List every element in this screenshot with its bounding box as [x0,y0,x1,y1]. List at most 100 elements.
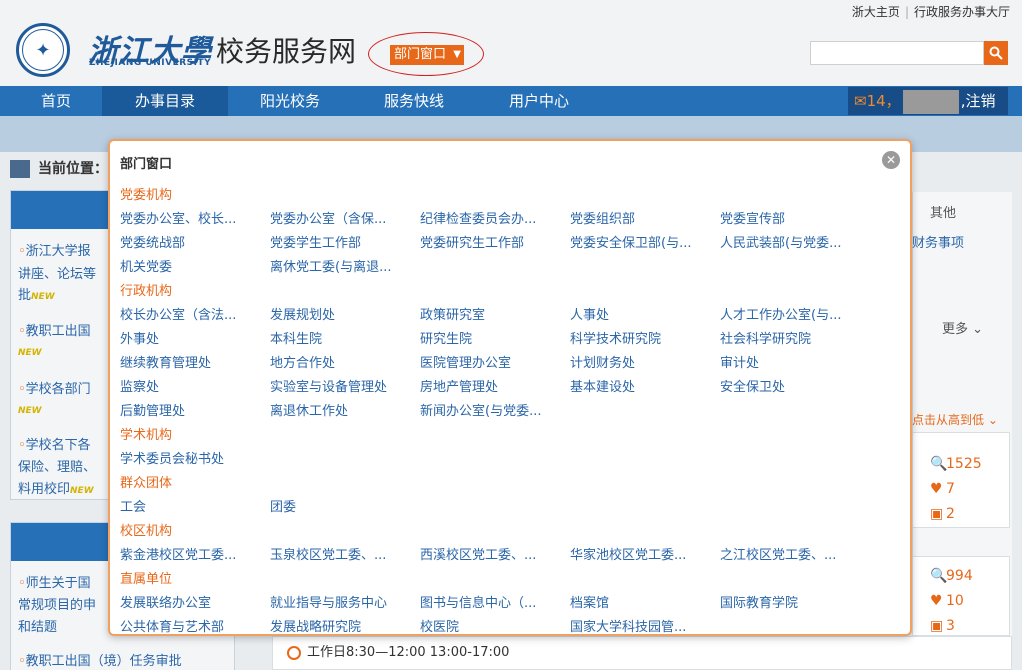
list-item[interactable]: ◦教职工出国（境）任务审批 [18,652,182,670]
dept-link[interactable]: 人民武装部(与党委... [720,232,841,251]
logo-english: ZHEJIANG UNIVERSITY [89,58,212,68]
dept-link[interactable]: 学术委员会秘书处 [120,448,224,467]
dept-link[interactable]: 医院管理办公室 [420,352,511,371]
search-icon: 🔍 [930,568,948,584]
list-item[interactable]: 常规项目的申 [18,596,96,616]
list-item[interactable]: ◦学校各部门 NEW [18,380,91,421]
dept-link[interactable]: 发展规划处 [270,304,335,323]
dept-link[interactable]: 国际教育学院 [720,592,798,611]
dept-link[interactable]: 地方合作处 [270,352,335,371]
category-heading: 行政机构 [120,284,173,299]
dept-link[interactable]: 外事处 [120,328,159,347]
dept-link[interactable]: 安全保卫处 [720,376,785,395]
list-item[interactable]: 和结题 [18,618,57,638]
dept-link[interactable]: 本科生院 [270,328,322,347]
view-count: 🔍1525 [930,456,982,472]
dept-link[interactable]: 人才工作办公室(与... [720,304,841,323]
top-links: 浙大主页 | 行政服务办事大厅 [851,5,1010,19]
list-item[interactable]: ◦浙江大学报 [18,242,91,262]
comment-count[interactable]: ▣ 3 [930,618,955,634]
close-icon[interactable]: ✕ [882,151,900,169]
dept-link[interactable]: 党委统战部 [120,232,185,251]
list-item[interactable]: ◦学校名下各 [18,436,91,456]
new-badge: NEW [31,292,55,302]
nav-catalog[interactable]: 办事目录 [102,86,228,116]
list-item[interactable]: 料用校印NEW [18,480,94,501]
dept-link[interactable]: 工会 [120,496,146,515]
finance-item[interactable]: 财务事项 [912,232,964,251]
breadcrumb: 当前位置： [10,158,108,178]
dept-link[interactable]: 人事处 [570,304,609,323]
dept-link[interactable]: 党委研究生工作部 [420,232,524,251]
dept-link[interactable]: 发展战略研究院 [270,616,361,635]
dept-link[interactable]: 监察处 [120,376,159,395]
user-area: ✉14， ,注销 [848,87,1008,115]
site-title: 校务服务网 [216,35,357,68]
dept-link[interactable]: 政策研究室 [420,304,485,323]
home-icon[interactable] [10,160,30,178]
comment-count[interactable]: ▣ 2 [930,506,955,522]
dept-link[interactable]: 科学技术研究院 [570,328,661,347]
list-item[interactable]: 讲座、论坛等 [18,265,96,285]
dept-link[interactable]: 华家池校区党工委... [570,544,686,563]
dept-link[interactable]: 校长办公室（含法... [120,304,236,323]
dept-link[interactable]: 党委办公室、校长... [120,208,236,227]
logout-link[interactable]: ,注销 [961,92,996,110]
dept-link[interactable]: 研究生院 [420,328,472,347]
search-input[interactable] [810,41,984,65]
like-count[interactable]: ♥ 10 [930,593,964,609]
dept-link[interactable]: 纪律检查委员会办... [420,208,536,227]
heart-icon: ♥ [930,593,943,609]
sort-link[interactable]: 点击从高到低 ⌄ [912,411,998,428]
dept-link[interactable]: 发展联络办公室 [120,592,211,611]
dept-link[interactable]: 党委学生工作部 [270,232,361,251]
tab-other[interactable]: 其他 [930,202,956,221]
nav-home[interactable]: 首页 [10,86,102,116]
more-link[interactable]: 更多 ⌄ [942,318,983,337]
dept-link[interactable]: 西溪校区党工委、... [420,544,536,563]
dept-link[interactable]: 实验室与设备管理处 [270,376,387,395]
dept-link[interactable]: 审计处 [720,352,759,371]
list-item[interactable]: 批NEW [18,286,55,307]
dept-link[interactable]: 后勤管理处 [120,400,185,419]
list-item[interactable]: ◦教职工出国 NEW [18,322,91,363]
dept-link[interactable]: 党委宣传部 [720,208,785,227]
dept-link[interactable]: 公共体育与艺术部 [120,616,224,635]
dept-link[interactable]: 就业指导与服务中心 [270,592,387,611]
dept-link[interactable]: 玉泉校区党工委、... [270,544,386,563]
dept-link[interactable]: 之江校区党工委、... [720,544,836,563]
like-count[interactable]: ♥ 7 [930,481,955,497]
dept-link[interactable]: 党委安全保卫部(与... [570,232,691,251]
dept-link[interactable]: 计划财务处 [570,352,635,371]
dept-link[interactable]: 新闻办公室(与党委... [420,400,541,419]
dept-link[interactable]: 离退休工作处 [270,400,348,419]
dept-link[interactable]: 党委办公室（含保... [270,208,386,227]
dept-link[interactable]: 机关党委 [120,256,172,275]
dept-link[interactable]: 社会科学研究院 [720,328,811,347]
comment-icon: ▣ [930,618,944,634]
dept-link[interactable]: 继续教育管理处 [120,352,211,371]
dept-link[interactable]: 紫金港校区党工委... [120,544,236,563]
nav-express[interactable]: 服务快线 [352,86,476,116]
dept-link[interactable]: 党委组织部 [570,208,635,227]
service-hall-link[interactable]: 行政服务办事大厅 [914,5,1010,19]
zju-home-link[interactable]: 浙大主页 [852,5,900,19]
dept-link[interactable]: 团委 [270,496,296,515]
dept-link[interactable]: 离休党工委(与离退... [270,256,391,275]
dept-link[interactable]: 国家大学科技园管... [570,616,686,635]
nav-sunshine[interactable]: 阳光校务 [228,86,352,116]
dept-link[interactable]: 图书与信息中心（... [420,592,536,611]
mail-icon[interactable]: ✉ [854,92,867,110]
dept-window-button[interactable]: 部门窗口 ▼ [390,45,464,65]
message-count[interactable]: 14 [867,92,886,110]
new-badge: NEW [18,406,42,416]
dept-link[interactable]: 档案馆 [570,592,609,611]
dept-link[interactable]: 基本建设处 [570,376,635,395]
list-item[interactable]: 保险、理赔、 [18,458,96,478]
dept-link[interactable]: 房地产管理处 [420,376,498,395]
search-button[interactable] [984,41,1008,65]
dept-link[interactable]: 校医院 [420,616,459,635]
zju-seal-logo[interactable]: ✦ [16,23,70,77]
nav-user-center[interactable]: 用户中心 [476,86,602,116]
list-item[interactable]: ◦师生关于国 [18,574,91,594]
